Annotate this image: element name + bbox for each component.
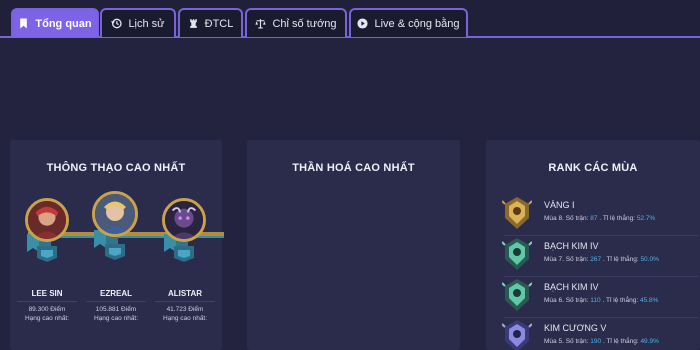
tab-label: Chỉ số tướng xyxy=(272,17,337,30)
tab-bar: Tổng quan Lịch sử ĐTCL Chỉ số tướng Live… xyxy=(0,0,700,38)
tab-label: ĐTCL xyxy=(204,17,234,30)
history-icon xyxy=(111,18,123,29)
tab-live[interactable]: Live & cộng bằng xyxy=(349,8,468,37)
champion-highest-rank: Hạng cao nhất: xyxy=(93,315,139,322)
balance-scale-icon xyxy=(255,19,267,29)
mastery-banner-icon xyxy=(37,246,57,262)
season-rank-meta: Mùa 5. Số trận: 190 . Tỉ lệ thắng: 49.9% xyxy=(544,338,659,345)
season-rank-item[interactable]: BẠCH KIM IV Mùa 6. Số trận: 110 . Tỉ lệ … xyxy=(498,274,698,318)
season-ranks-card: RANK CÁC MÙA VÀNG I Mùa 8. Số trận: 87 .… xyxy=(486,140,700,350)
champion-portrait xyxy=(25,198,69,242)
divider xyxy=(86,301,146,302)
season-rank-meta: Mùa 7. Số trận: 267 . Tỉ lệ thắng: 50.0% xyxy=(544,256,659,263)
platinum-rank-emblem-icon xyxy=(502,238,532,270)
top-skins-title: THẦN HOÁ CAO NHẤT xyxy=(292,162,415,174)
season-rank-name: KIM CƯƠNG V xyxy=(544,323,607,333)
platinum-rank-emblem-icon xyxy=(502,279,532,311)
divider xyxy=(17,301,77,302)
tab-champion-stats[interactable]: Chỉ số tướng xyxy=(245,8,347,37)
champion-name: EZREAL xyxy=(100,289,132,298)
mastery-title: THÔNG THẠO CAO NHẤT xyxy=(46,162,186,174)
champion-name: ALISTAR xyxy=(167,289,203,298)
champion-points: 105.881 Điểm xyxy=(95,306,137,313)
season-rank-meta: Mùa 8. Số trận: 87 . Tỉ lệ thắng: 52.7% xyxy=(544,215,656,222)
champion-highest-rank: Hạng cao nhất: xyxy=(24,315,70,322)
season-rank-name: BẠCH KIM IV xyxy=(544,282,599,292)
play-circle-icon xyxy=(357,18,369,29)
mastery-banner-icon xyxy=(174,246,194,262)
bookmark-icon xyxy=(20,18,28,29)
season-rank-name: BẠCH KIM IV xyxy=(544,241,599,251)
tab-overview[interactable]: Tổng quan xyxy=(11,8,99,37)
gold-rank-emblem-icon xyxy=(502,197,532,229)
diamond-rank-emblem-icon xyxy=(502,320,532,350)
mastery-banner-icon xyxy=(105,244,125,260)
season-rank-meta: Mùa 6. Số trận: 110 . Tỉ lệ thắng: 45.8% xyxy=(544,297,659,304)
tab-label: Live & cộng bằng xyxy=(374,17,460,30)
champion-portrait xyxy=(92,191,138,237)
mastery-card: THÔNG THẠO CAO NHẤT LEE SIN 89.300 Điểm … xyxy=(10,140,224,350)
champion-portrait xyxy=(162,198,206,242)
tab-label: Tổng quan xyxy=(35,17,92,30)
tab-history[interactable]: Lịch sử xyxy=(100,8,176,37)
champion-name: LEE SIN xyxy=(31,289,63,298)
top-skins-card: THẦN HOÁ CAO NHẤT xyxy=(247,140,460,350)
season-rank-item[interactable]: KIM CƯƠNG V Mùa 5. Số trận: 190 . Tỉ lệ … xyxy=(498,315,698,350)
champion-points: 89.300 Điểm xyxy=(28,306,66,313)
tab-label: Lịch sử xyxy=(128,17,165,30)
season-rank-name: VÀNG I xyxy=(544,200,575,210)
season-rank-item[interactable]: BẠCH KIM IV Mùa 7. Số trận: 267 . Tỉ lệ … xyxy=(498,233,698,277)
champion-points: 41.723 Điểm xyxy=(166,306,204,313)
divider xyxy=(155,301,215,302)
tab-tft[interactable]: ĐTCL xyxy=(178,8,243,37)
season-ranks-title: RANK CÁC MÙA xyxy=(548,162,638,174)
chess-rook-icon xyxy=(189,19,197,28)
champion-highest-rank: Hạng cao nhất: xyxy=(162,315,208,322)
season-rank-item[interactable]: VÀNG I Mùa 8. Số trận: 87 . Tỉ lệ thắng:… xyxy=(498,192,698,236)
